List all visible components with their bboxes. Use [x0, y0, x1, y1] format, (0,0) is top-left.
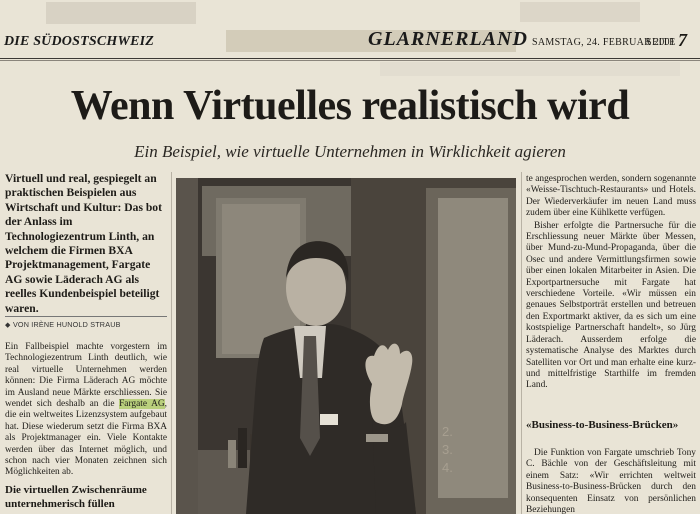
photo-speaker-icon: 2. 3. 4. — [176, 178, 516, 514]
masthead: DIE SÜDOSTSCHWEIZ GLARNERLAND SAMSTAG, 2… — [0, 26, 700, 62]
byline-text: VON IRÈNE HUNOLD STRAUB — [12, 320, 121, 329]
byline: ◆ VON IRÈNE HUNOLD STRAUB — [5, 316, 167, 329]
body-right-paragraph-1: te angesprochen werden, sondern sogenann… — [526, 174, 696, 219]
byline-marker-icon: ◆ — [5, 320, 11, 329]
headline: Wenn Virtuelles realistisch wird — [70, 83, 630, 129]
svg-text:2.: 2. — [442, 424, 453, 439]
body-left: Ein Fallbeispiel machte vorgestern im Te… — [5, 342, 167, 479]
masthead-rule-thin — [0, 60, 700, 61]
article-photo: 2. 3. 4. — [176, 178, 516, 514]
lead-paragraph: Virtuell und real, gespiegelt an praktis… — [5, 172, 162, 315]
column-divider-right — [521, 172, 522, 514]
newspaper-page: DIE SÜDOSTSCHWEIZ GLARNERLAND SAMSTAG, 2… — [0, 0, 700, 514]
body-right-paragraph-3: Die Funktion von Fargate umschrieb Tony … — [526, 448, 696, 514]
subheadline: Ein Beispiel, wie virtuelle Unternehmen … — [134, 142, 566, 161]
highlighted-company: Fargate AG — [119, 399, 165, 410]
body-right-continuation: Die Funktion von Fargate umschrieb Tony … — [526, 448, 696, 514]
body-left-text-2: , die ein weltweites Lizenzsystem aufgeb… — [5, 399, 167, 478]
svg-text:3.: 3. — [442, 442, 453, 457]
body-right-paragraph-2: Bisher erfolgte die Partnersuche für die… — [526, 220, 696, 391]
section-name: GLARNERLAND — [368, 28, 528, 50]
body-right: te angesprochen werden, sondern sogenann… — [526, 174, 696, 393]
subheading-right: «Business-to-Business-Brücken» — [526, 419, 679, 431]
column-divider-left — [171, 172, 172, 514]
page-number: 7 — [678, 30, 687, 50]
svg-text:4.: 4. — [442, 460, 453, 475]
subheading-left: Die virtuellen Zwischenräume unternehmer… — [5, 484, 147, 510]
masthead-rule — [0, 58, 700, 59]
paper-name: DIE SÜDOSTSCHWEIZ — [4, 34, 155, 49]
page-label: SEITE — [646, 37, 676, 48]
